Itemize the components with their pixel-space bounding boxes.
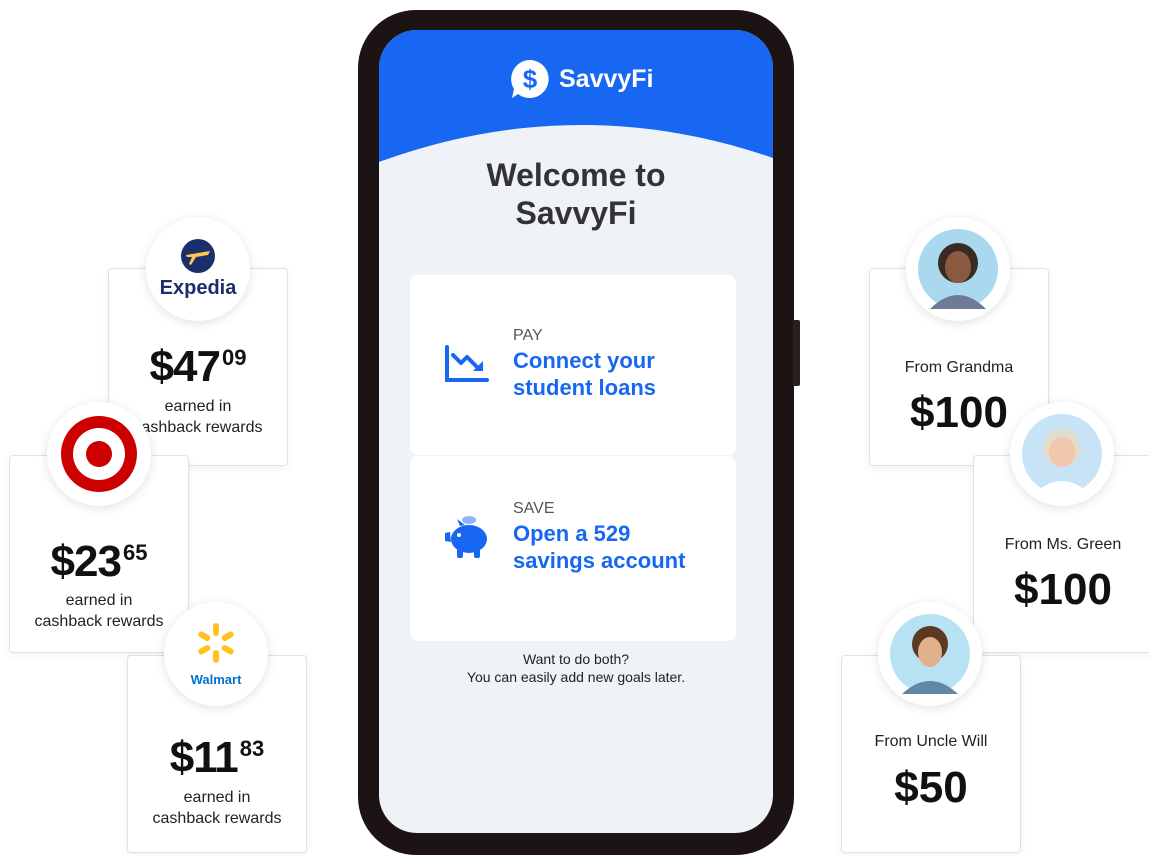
expedia-plane-icon: [180, 239, 215, 273]
gift-from: From Uncle Will: [874, 733, 988, 750]
reward-amount: $4709: [149, 342, 247, 391]
person-avatar-icon: [1022, 414, 1102, 494]
header-banner: [379, 30, 773, 162]
walmart-wordmark: Walmart: [190, 672, 242, 687]
svg-text:$: $: [523, 64, 538, 94]
reward-caption: earned in cashback rewards: [34, 592, 164, 630]
reward-amount: $2365: [50, 537, 148, 586]
goal-title: Open a 529 savings account: [513, 521, 686, 573]
walmart-spark-icon: [198, 623, 234, 663]
ms-green-avatar: [1010, 402, 1114, 506]
save-goal-card[interactable]: SAVE Open a 529 savings account: [410, 456, 736, 641]
add-goals-note: Want to do both? You can easily add new g…: [466, 651, 686, 685]
gift-amount: $50: [894, 763, 968, 812]
app-logo: $ SavvyFi: [509, 58, 654, 100]
gift-from: From Grandma: [904, 359, 1014, 376]
uncle-will-avatar: [878, 602, 982, 706]
grandma-avatar: [906, 217, 1010, 321]
target-logo-badge: [47, 402, 151, 506]
welcome-title: Welcome to SavvyFi: [486, 157, 666, 231]
goal-label: SAVE: [513, 500, 555, 517]
app-screen: $ SavvyFi Welcome to SavvyFi PAY Connect …: [379, 30, 773, 833]
gift-from: From Ms. Green: [1004, 536, 1122, 553]
phone-frame: $ SavvyFi Welcome to SavvyFi PAY Connect …: [358, 10, 800, 855]
goal-label: PAY: [513, 327, 543, 344]
phone-side-button: [793, 320, 800, 386]
goal-title: Connect your student loans: [513, 348, 657, 400]
person-avatar-icon: [918, 229, 998, 309]
pay-goal-card[interactable]: PAY Connect your student loans: [410, 275, 736, 455]
trending-down-chart-icon: [445, 345, 489, 382]
person-avatar-icon: [890, 614, 970, 694]
expedia-wordmark: Expedia: [159, 277, 237, 299]
reward-caption: earned in cashback rewards: [152, 789, 282, 827]
piggy-bank-icon: [445, 516, 487, 558]
app-name: SavvyFi: [559, 64, 654, 93]
gift-amount: $100: [1014, 565, 1112, 614]
expedia-logo-badge: Expedia: [146, 217, 250, 321]
dollar-chat-bubble-icon: $: [511, 60, 549, 98]
target-bullseye-icon: [61, 416, 137, 492]
walmart-logo-badge: Walmart: [164, 602, 268, 706]
reward-amount: $1183: [169, 733, 265, 782]
